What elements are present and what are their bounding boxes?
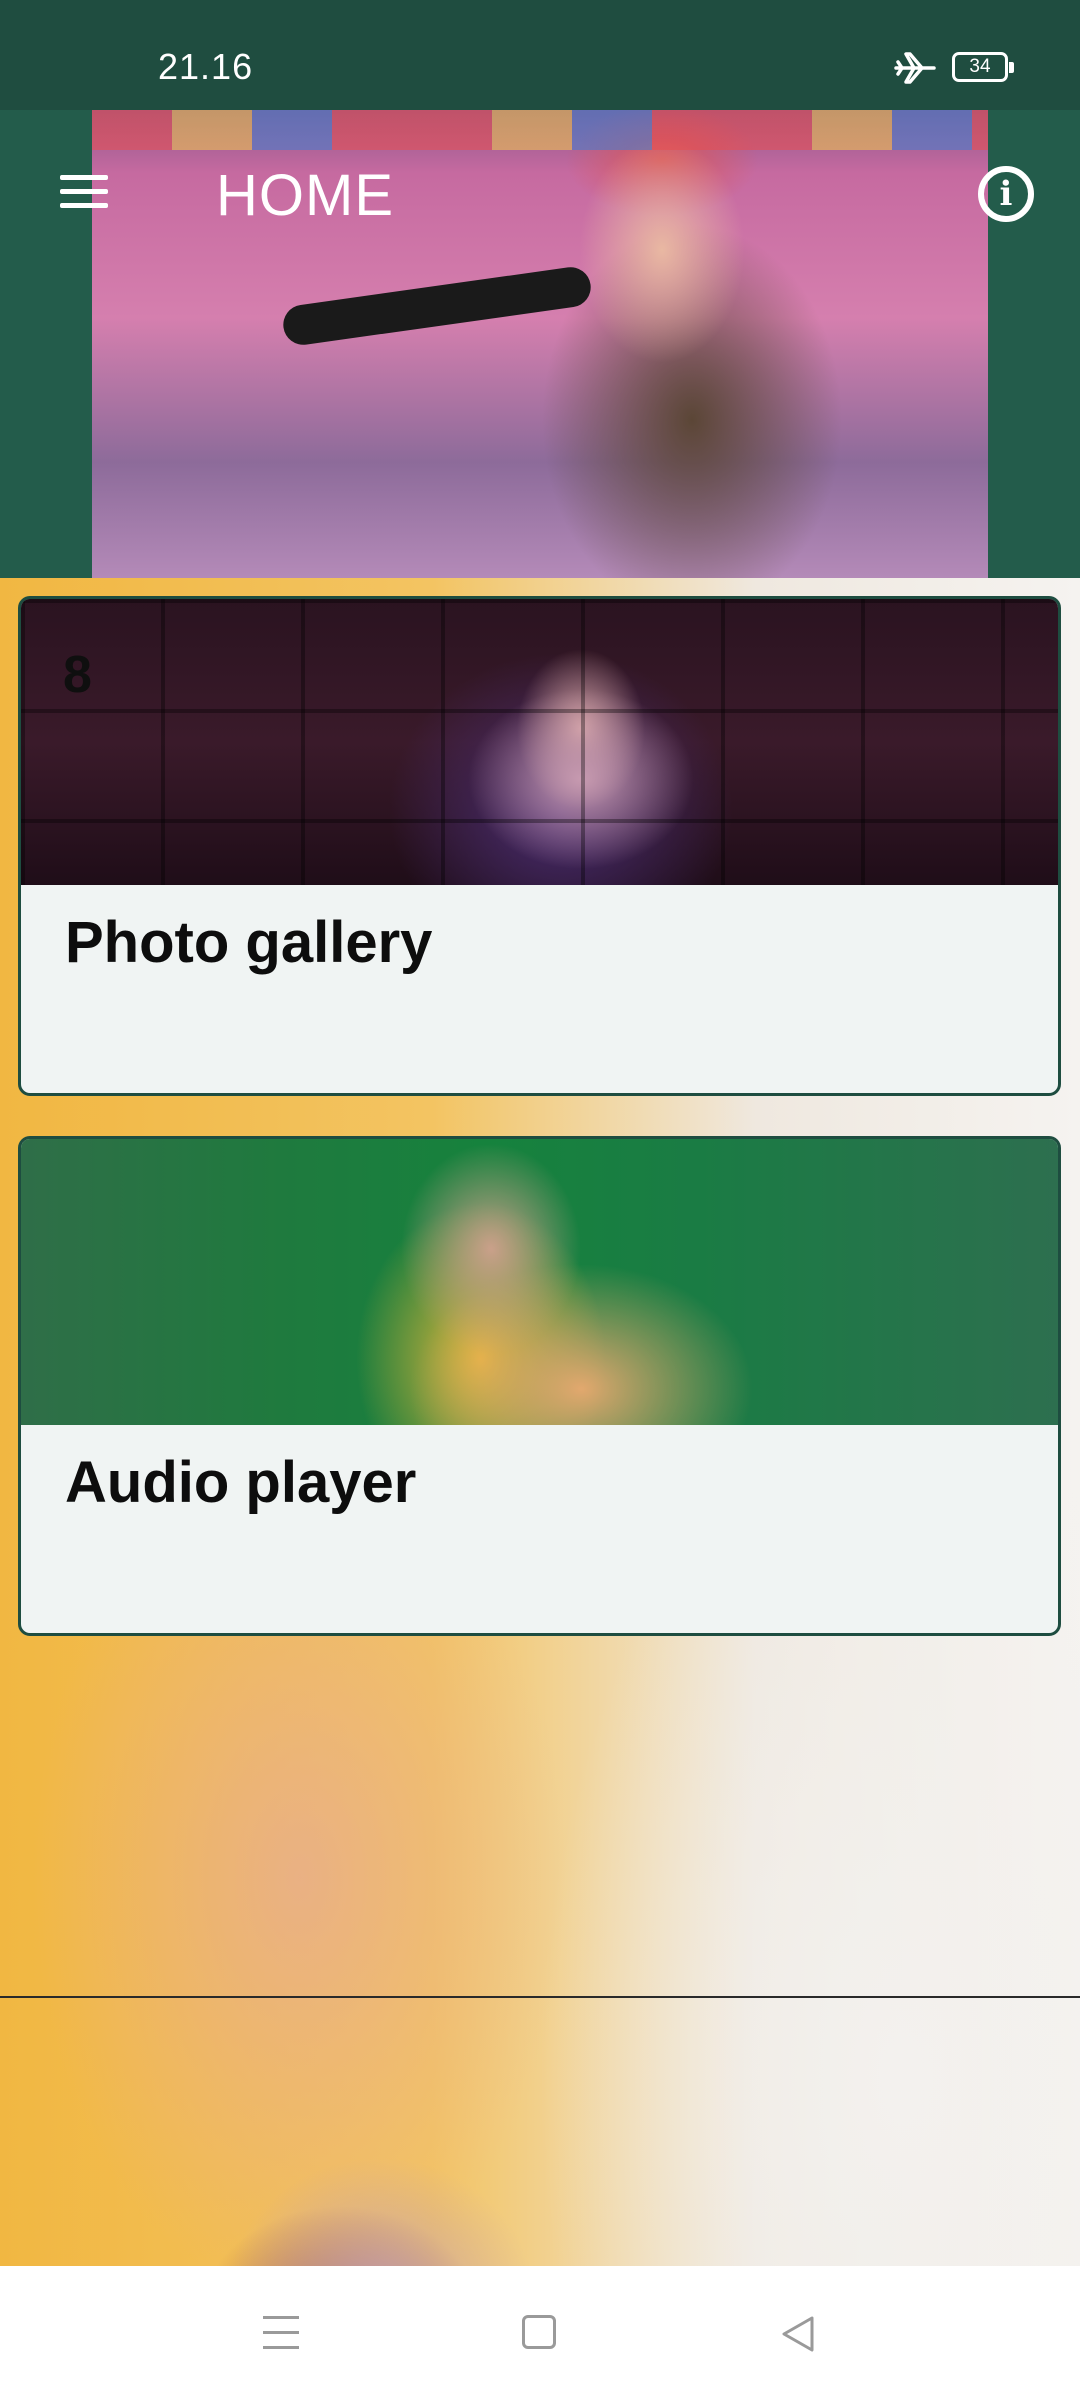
- card-title-audio-player: Audio player: [65, 1450, 417, 1515]
- nav-back-icon[interactable]: [780, 2314, 816, 2354]
- menu-icon[interactable]: [60, 175, 108, 215]
- card-title-photo-gallery: Photo gallery: [65, 910, 433, 975]
- singer-performing-photo: [21, 599, 1058, 885]
- nav-recents-icon[interactable]: [263, 2316, 299, 2352]
- status-time: 21.16: [158, 46, 254, 87]
- battery-icon: 34: [952, 52, 1014, 82]
- microphone-illustration: [280, 264, 594, 348]
- divider-line: [0, 1996, 1080, 1998]
- photo-count-badge: 8: [63, 646, 92, 704]
- info-icon[interactable]: i: [978, 166, 1034, 222]
- status-bar: 21.16 34: [0, 0, 1080, 110]
- audio-player-card[interactable]: Audio player: [18, 1136, 1061, 1636]
- green-door-portrait-photo: [21, 1139, 1058, 1425]
- system-nav-bar: [0, 2266, 1080, 2400]
- photo-gallery-card[interactable]: 8 Photo gallery: [18, 596, 1061, 1096]
- airplane-icon: [894, 52, 936, 84]
- page-title: HOME: [216, 163, 394, 228]
- nav-home-icon[interactable]: [522, 2315, 556, 2349]
